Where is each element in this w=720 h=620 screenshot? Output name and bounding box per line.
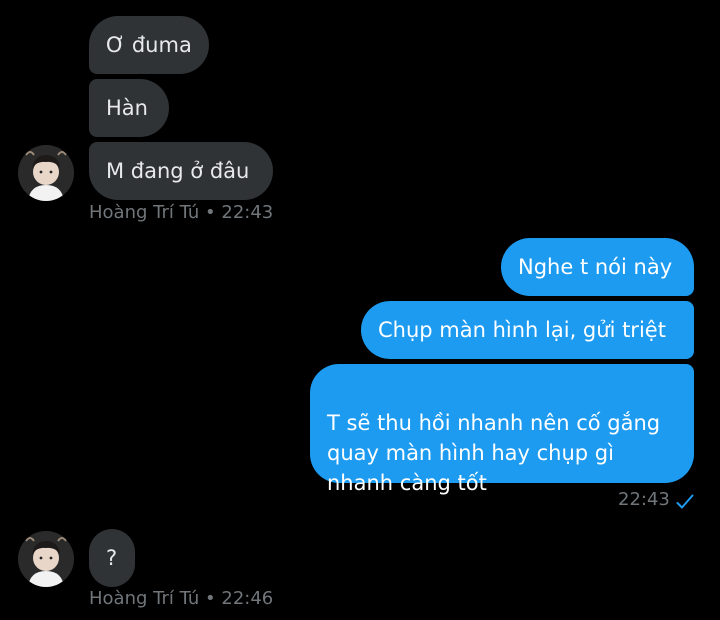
incoming-message[interactable]: Ơ đuma — [89, 16, 209, 74]
meta-separator: • — [205, 588, 216, 609]
message-meta: Hoàng Trí Tú • 22:46 — [89, 588, 273, 610]
meta-separator: • — [205, 202, 216, 223]
message-text: Nghe t nói này — [518, 255, 673, 279]
incoming-message[interactable]: M đang ở đâu — [89, 142, 273, 200]
message-time: 22:46 — [221, 588, 274, 609]
message-text: M đang ở đâu — [106, 159, 250, 183]
outgoing-message[interactable]: Chụp màn hình lại, gửi triệt — [361, 301, 694, 359]
sender-name[interactable]: Hoàng Trí Tú — [89, 202, 199, 223]
message-text: Hàn — [106, 96, 148, 120]
incoming-message[interactable]: ? — [89, 529, 135, 587]
message-meta: 22:43 — [618, 489, 670, 511]
avatar[interactable] — [18, 145, 74, 201]
incoming-message[interactable]: Hàn — [89, 79, 169, 137]
read-check-icon — [676, 494, 694, 509]
message-text: T sẽ thu hồi nhanh nên cố gắng quay màn … — [327, 411, 661, 495]
message-meta: Hoàng Trí Tú • 22:43 — [89, 202, 273, 224]
message-text: ? — [106, 546, 118, 570]
avatar-image — [18, 145, 74, 201]
message-time: 22:43 — [221, 202, 274, 223]
message-time: 22:43 — [618, 489, 670, 510]
outgoing-message[interactable]: Nghe t nói này — [501, 238, 694, 296]
outgoing-message[interactable]: T sẽ thu hồi nhanh nên cố gắng quay màn … — [310, 364, 694, 495]
avatar[interactable] — [18, 531, 74, 587]
message-text: Chụp màn hình lại, gửi triệt — [378, 318, 666, 342]
chat-thread: Ơ đuma Hàn M đang ở đâu Hoàng Trí Tú • 2… — [0, 0, 720, 620]
message-text: Ơ đuma — [106, 33, 192, 57]
avatar-image — [18, 531, 74, 587]
sender-name[interactable]: Hoàng Trí Tú — [89, 588, 199, 609]
